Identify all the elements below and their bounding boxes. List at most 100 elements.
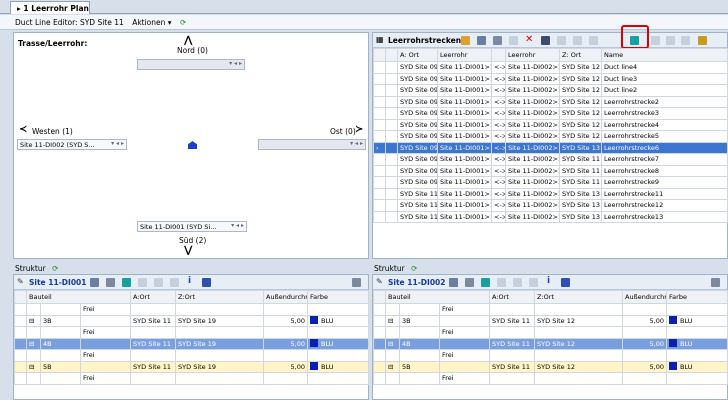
info-icon[interactable]: i <box>547 276 550 286</box>
refresh-icon[interactable]: ⟳ <box>411 264 417 273</box>
swap-icon[interactable] <box>589 36 598 45</box>
tree-node-icon[interactable]: ⊟ <box>26 314 41 327</box>
tab-leerrohr-plan[interactable]: ▸ 1 Leerrohr Plan <box>10 1 90 14</box>
table-row[interactable]: Frei <box>373 303 728 316</box>
table-row[interactable]: SYD Site 09Site 11-DI001>1/08<1B<->Site … <box>373 130 728 143</box>
add-icon[interactable] <box>497 278 506 287</box>
tree-node-icon[interactable] <box>26 349 41 362</box>
row-check[interactable] <box>385 153 398 166</box>
col-bauteil[interactable]: Bauteil <box>25 290 132 304</box>
row-indicator[interactable] <box>14 349 27 362</box>
row-indicator[interactable] <box>373 372 386 385</box>
table-row[interactable]: Frei <box>14 303 370 316</box>
info-icon[interactable]: i <box>188 276 191 286</box>
table-row[interactable]: SYD Site 11Site 11-DI001>1/14<2R<->Site … <box>373 210 728 223</box>
table-row[interactable]: SYD Site 09Site 11-DI001>1/02<2Y<->Site … <box>373 61 728 74</box>
save-icon[interactable] <box>477 36 486 45</box>
west-combo[interactable]: Site 11-DI002 (SYD S... ▾ ◂ ▸ <box>17 139 127 150</box>
row-indicator[interactable] <box>373 72 386 85</box>
row-indicator[interactable] <box>373 210 386 223</box>
row-check[interactable] <box>385 210 398 223</box>
row-indicator[interactable] <box>373 314 386 327</box>
row-check[interactable] <box>385 141 398 154</box>
connect-icon[interactable] <box>154 278 163 287</box>
print-icon[interactable] <box>465 278 474 287</box>
table-row[interactable]: Frei <box>14 372 370 385</box>
edit-icon[interactable] <box>461 36 470 45</box>
row-indicator[interactable] <box>373 118 386 131</box>
row-check[interactable] <box>385 187 398 200</box>
table-row[interactable]: SYD Site 09Site 11-DI001>1/04<4Y<->Site … <box>373 84 728 97</box>
tree-node-icon[interactable]: ⊟ <box>385 314 400 327</box>
split-icon[interactable] <box>529 278 538 287</box>
tree-node-icon[interactable]: ⊟ <box>385 360 400 373</box>
filter-icon[interactable] <box>481 278 490 287</box>
tree-icon[interactable] <box>202 278 211 287</box>
filter-icon[interactable] <box>122 278 131 287</box>
table-row[interactable]: SYD Site 09Site 11-DI001>1/13<6B<->Site … <box>373 164 728 177</box>
row-indicator[interactable] <box>373 303 386 316</box>
connect-icon[interactable] <box>557 36 566 45</box>
table-row[interactable]: Frei <box>373 349 728 362</box>
row-check[interactable] <box>385 84 398 97</box>
row-indicator[interactable] <box>373 176 386 189</box>
table-row[interactable]: Frei <box>14 326 370 339</box>
row-indicator[interactable] <box>373 326 386 339</box>
tree-icon[interactable] <box>681 36 690 45</box>
row-indicator[interactable] <box>373 360 386 373</box>
row-indicator[interactable]: › <box>373 141 386 154</box>
row-check[interactable] <box>385 72 398 85</box>
col-name[interactable]: Name <box>601 48 728 62</box>
disconnect-icon[interactable] <box>573 36 582 45</box>
add-icon[interactable] <box>138 278 147 287</box>
col-aussendurchmesser[interactable]: Außendurchmesser [mm] <box>263 290 309 304</box>
row-indicator[interactable] <box>373 95 386 108</box>
tree-node-icon[interactable]: ⊟ <box>26 360 41 373</box>
row-indicator[interactable] <box>14 360 27 373</box>
columns-icon[interactable] <box>711 278 720 287</box>
row-indicator[interactable] <box>14 314 27 327</box>
add-icon[interactable] <box>509 36 518 45</box>
table-row[interactable]: SYD Site 09Site 11-DI001>1/14<2R<->Site … <box>373 176 728 189</box>
row-check[interactable] <box>385 61 398 74</box>
connect-icon[interactable] <box>513 278 522 287</box>
row-indicator[interactable] <box>373 153 386 166</box>
col-aussendurchmesser[interactable]: Außendurchmesser [mm] <box>622 290 668 304</box>
table-row[interactable]: SYD Site 09Site 11-DI001>1/05<5Y<->Site … <box>373 95 728 108</box>
tree-node-icon[interactable] <box>385 303 400 316</box>
tree-node-icon[interactable] <box>26 326 41 339</box>
col-leerrohr-z[interactable]: Leerrohr <box>505 48 560 62</box>
export-icon[interactable] <box>698 36 707 45</box>
tree-node-icon[interactable] <box>26 372 41 385</box>
col-farbe[interactable]: Farbe <box>666 290 728 304</box>
col-z-ort[interactable]: Z:Ort <box>175 290 265 304</box>
row-check[interactable] <box>385 107 398 120</box>
row-indicator[interactable] <box>14 303 27 316</box>
tree-node-icon[interactable] <box>385 372 400 385</box>
table-row[interactable]: ⊟ 5B SYD Site 11 SYD Site 12 5,00 BLU <box>373 360 728 373</box>
split-icon[interactable] <box>170 278 179 287</box>
table-row[interactable]: ⊟ 5B SYD Site 11 SYD Site 19 5,00 BLU <box>14 360 370 373</box>
tree-node-icon[interactable] <box>385 349 400 362</box>
col-leerrohr-a[interactable]: Leerrohr <box>437 48 492 62</box>
table-row[interactable]: Frei <box>14 349 370 362</box>
row-indicator[interactable] <box>14 337 27 350</box>
site-marker-icon[interactable] <box>188 141 197 149</box>
table-row[interactable]: ⊟ 3B SYD Site 11 SYD Site 12 5,00 BLU <box>373 314 728 327</box>
row-check[interactable] <box>385 95 398 108</box>
col-z-ort[interactable]: Z: Ort <box>559 48 602 62</box>
row-check[interactable] <box>385 118 398 131</box>
row-indicator[interactable] <box>373 130 386 143</box>
row-indicator[interactable] <box>14 372 27 385</box>
col-z-ort[interactable]: Z:Ort <box>534 290 624 304</box>
row-indicator[interactable] <box>373 349 386 362</box>
row-check[interactable] <box>385 130 398 143</box>
north-combo[interactable]: ▾ ◂ ▸ <box>137 59 245 70</box>
col-farbe[interactable]: Farbe <box>307 290 370 304</box>
col-a-ort[interactable]: A: Ort <box>397 48 438 62</box>
refresh-icon[interactable]: ⟳ <box>180 18 186 27</box>
save-icon[interactable] <box>449 278 458 287</box>
table-row[interactable]: ⊟ 4B SYD Site 11 SYD Site 19 5,00 BLU <box>14 337 370 350</box>
print-icon[interactable] <box>493 36 502 45</box>
tree-node-icon[interactable]: ⊟ <box>26 337 41 350</box>
